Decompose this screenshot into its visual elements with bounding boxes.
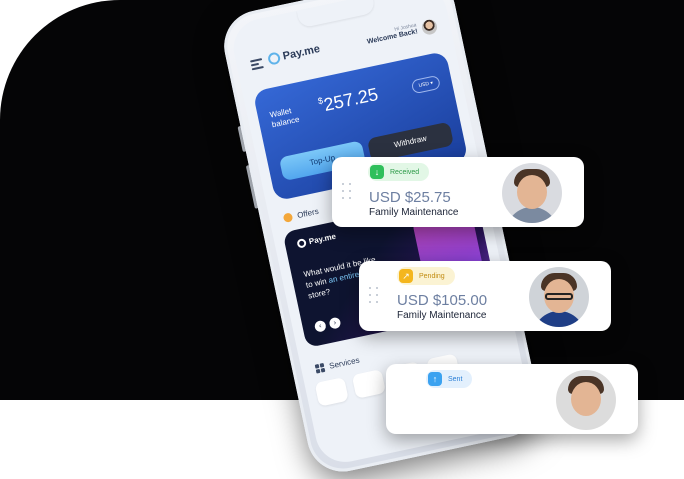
service-item[interactable] xyxy=(351,369,387,399)
status-label: Pending xyxy=(419,272,445,280)
currency-dropdown[interactable]: USD ▾ xyxy=(410,74,442,95)
transaction-description: Family Maintenance xyxy=(397,310,487,321)
balance-amount: 257.25 xyxy=(321,83,380,115)
grid-icon xyxy=(314,362,326,374)
menu-icon[interactable] xyxy=(250,58,264,71)
status-label: Received xyxy=(390,168,420,176)
services-title: Services xyxy=(328,355,361,371)
carousel-controls: ‹ › xyxy=(313,316,342,333)
promo-logo-text: Pay.me xyxy=(308,231,337,247)
arrow-up-icon: ↑ xyxy=(428,372,442,386)
status-badge: ↓ Received xyxy=(368,163,430,181)
status-badge: ↗ Pending xyxy=(397,267,455,285)
chevron-right-icon[interactable]: › xyxy=(328,316,342,330)
coin-icon xyxy=(282,212,294,223)
user-avatar[interactable] xyxy=(420,18,439,36)
avatar xyxy=(502,163,562,223)
services-header: Services xyxy=(314,355,361,374)
transaction-card[interactable]: ↓ Received USD $25.75 Family Maintenance xyxy=(332,157,584,227)
logo-text: Pay.me xyxy=(281,42,322,63)
wallet-balance: $257.25 xyxy=(317,84,380,117)
status-badge: ↑ Sent xyxy=(426,370,473,388)
wallet-label: Wallet balance xyxy=(268,106,301,130)
chevron-down-icon: ▾ xyxy=(429,80,434,87)
transaction-amount: USD $25.75 xyxy=(369,189,451,206)
currency-dropdown-label: USD xyxy=(418,80,430,90)
promo-logo: Pay.me xyxy=(296,231,337,249)
service-item[interactable] xyxy=(314,377,349,407)
offers-header: Offers xyxy=(282,206,320,223)
offers-title: Offers xyxy=(296,206,320,221)
avatar xyxy=(556,370,616,430)
logo-icon xyxy=(267,51,282,66)
logo-icon xyxy=(296,238,308,249)
chevron-left-icon[interactable]: ‹ xyxy=(313,319,327,333)
transaction-amount: USD $105.00 xyxy=(397,292,488,309)
status-label: Sent xyxy=(448,375,463,383)
drag-handle-icon[interactable] xyxy=(342,183,352,201)
transaction-description: Family Maintenance xyxy=(369,207,459,218)
avatar xyxy=(529,267,589,327)
drag-handle-icon[interactable] xyxy=(369,287,379,305)
arrow-down-icon: ↓ xyxy=(370,165,384,179)
transaction-card[interactable]: ↑ Sent xyxy=(386,364,638,434)
arrow-up-right-icon: ↗ xyxy=(399,269,413,283)
transaction-card[interactable]: ↗ Pending USD $105.00 Family Maintenance xyxy=(359,261,611,331)
app-logo: Pay.me xyxy=(267,43,321,66)
greeting: Hi Joshua Welcome Back! xyxy=(365,22,418,45)
